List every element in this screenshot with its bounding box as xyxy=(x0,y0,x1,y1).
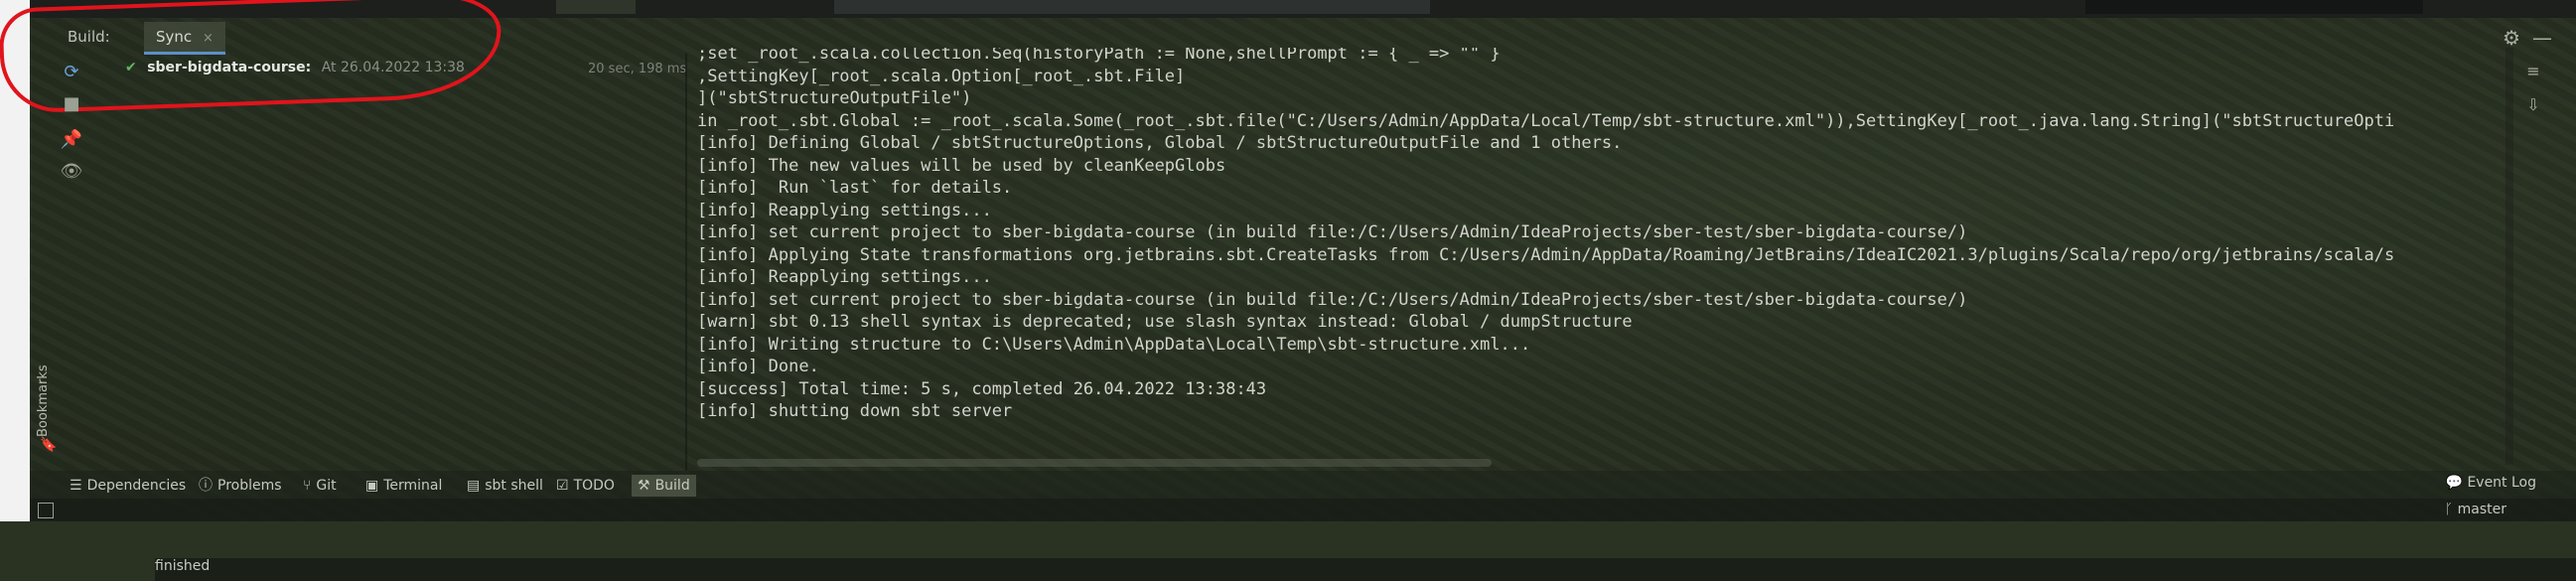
close-icon[interactable]: × xyxy=(203,31,214,46)
console-line: ,SettingKey[_root_.scala.Option[_root_.s… xyxy=(697,66,1186,86)
tab-label: Problems xyxy=(217,478,282,494)
soft-wrap-icon[interactable]: ≡ xyxy=(2522,62,2544,83)
todo-icon: ☑ xyxy=(556,478,569,494)
layers-icon: ☰ xyxy=(70,478,82,494)
status-bar: ᚴ master xyxy=(30,499,2576,521)
left-edge xyxy=(0,0,30,521)
project-name: sber-bigdata-course: xyxy=(147,60,312,75)
horizontal-scrollbar[interactable] xyxy=(697,459,1492,467)
tab-label: Dependencies xyxy=(86,478,187,494)
tab-build[interactable]: ⚒ Build xyxy=(632,475,696,497)
build-label: Build: xyxy=(68,28,110,46)
git-branch[interactable]: ᚴ master xyxy=(2445,502,2506,517)
console-line: [info] Defining Global / sbtStructureOpt… xyxy=(697,133,1623,153)
sync-tree-item[interactable]: ✔ sber-bigdata-course: finished At 26.04… xyxy=(125,60,2576,581)
sync-duration: 20 sec, 198 ms xyxy=(588,62,687,76)
tab-sbt-shell[interactable]: ▤ sbt shell xyxy=(467,475,543,497)
tab-label: sbt shell xyxy=(485,478,543,494)
tab-sync[interactable]: Sync × xyxy=(144,22,225,55)
event-log-label: Event Log xyxy=(2467,475,2536,491)
console-line: [info] Writing structure to C:\Users\Adm… xyxy=(697,334,1531,355)
console-line: [info] Applying State transformations or… xyxy=(697,244,2395,265)
console-line: [info] Reapplying settings... xyxy=(697,267,992,287)
tab-git[interactable]: ⑂ Git xyxy=(303,475,337,497)
hammer-icon: ⚒ xyxy=(638,478,650,494)
minimize-icon[interactable]: — xyxy=(2532,26,2552,50)
layout-icon[interactable] xyxy=(38,503,54,518)
console-line: [info] set current project to sber-bigda… xyxy=(697,289,1968,310)
tool-window-bar: ☰ Dependencies ⓘ Problems ⑂ Git ▣ Terminal ▤ sbt … xyxy=(30,471,2576,499)
console-line: [info] Run `last` for details. xyxy=(697,178,1013,198)
splitter[interactable] xyxy=(685,54,687,471)
tab-dependencies[interactable]: ☰ Dependencies xyxy=(70,475,186,497)
console-line: [info] The new values will be used by cl… xyxy=(697,155,1226,176)
terminal-icon: ▣ xyxy=(365,478,379,494)
console-line: ;set _root_.scala.collection.Seq(history… xyxy=(697,48,1501,64)
console-line: [info] set current project to sber-bigda… xyxy=(697,222,1968,242)
bookmark-icon: 🔖 xyxy=(40,437,58,453)
console-line: [warn] sbt 0.13 shell syntax is deprecat… xyxy=(697,312,1633,332)
gear-icon[interactable]: ⚙ xyxy=(2503,26,2520,50)
console-line: [info] shutting down sbt server xyxy=(697,401,1013,421)
tab-terminal[interactable]: ▣ Terminal xyxy=(365,475,442,497)
console-line: [info] Reapplying settings... xyxy=(697,200,992,220)
tab-sync-label: Sync xyxy=(156,28,193,46)
pin-icon[interactable]: 📌 xyxy=(60,129,83,153)
tab-todo[interactable]: ☑ TODO xyxy=(556,475,615,497)
tab-label: Terminal xyxy=(383,478,443,494)
tab-label: Build xyxy=(654,478,690,494)
bookmarks-tab[interactable]: Bookmarks xyxy=(36,364,51,437)
tab-problems[interactable]: ⓘ Problems xyxy=(199,475,282,497)
branch-label: master xyxy=(2457,502,2506,517)
tab-label: Git xyxy=(316,478,337,494)
top-window-strip xyxy=(0,0,2576,18)
sync-icon[interactable]: ⟳ xyxy=(60,62,83,85)
scroll-to-end-icon[interactable]: ⇩ xyxy=(2522,95,2544,117)
eye-icon[interactable]: 👁 xyxy=(60,161,83,185)
sync-status: finished xyxy=(155,558,2576,581)
build-console[interactable]: ;set _root_.scala.collection.Seq(history… xyxy=(697,48,2504,461)
console-line: [info] Done. xyxy=(697,357,819,376)
sync-date: At 26.04.2022 13:38 xyxy=(321,60,465,75)
stop-icon[interactable]: ■ xyxy=(60,93,83,117)
console-line: [success] Total time: 5 s, completed 26.… xyxy=(697,378,1267,399)
vertical-scrollbar[interactable] xyxy=(2505,48,2513,465)
info-icon: ⓘ xyxy=(199,478,213,494)
tab-label: TODO xyxy=(573,478,615,494)
event-log-button[interactable]: 💬 Event Log xyxy=(2446,475,2536,491)
console-line: ]("sbtStructureOutputFile") xyxy=(697,88,972,108)
shell-icon: ▤ xyxy=(467,478,481,494)
console-line: in _root_.sbt.Global := _root_.scala.Som… xyxy=(697,110,2395,131)
check-icon: ✔ xyxy=(125,60,137,75)
branch-icon: ⑂ xyxy=(303,478,312,494)
